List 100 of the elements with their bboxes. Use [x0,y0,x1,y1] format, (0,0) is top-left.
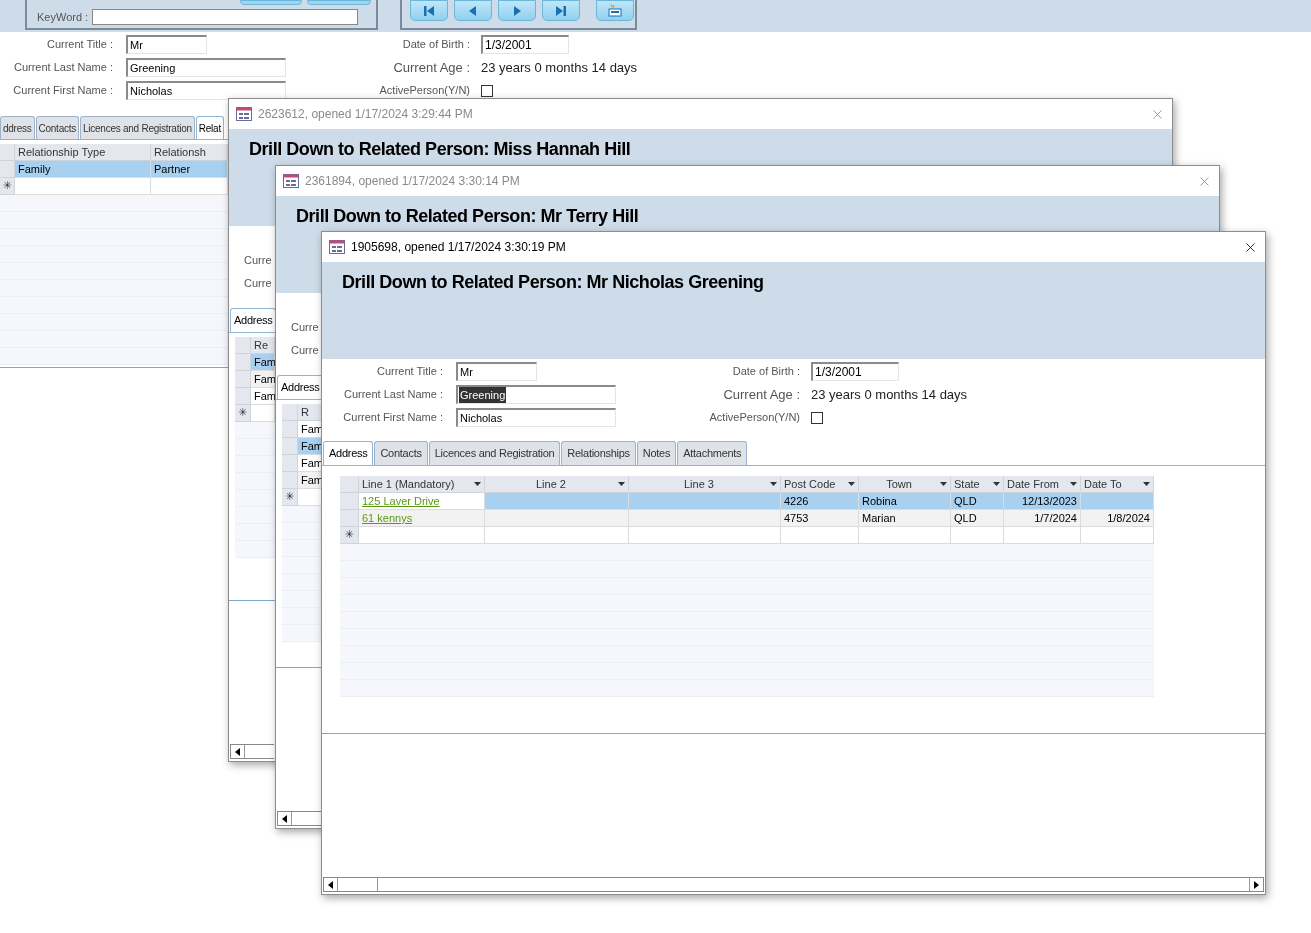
tab[interactable]: Licences and Registration [428,441,561,465]
table-cell: QLD [951,510,1004,527]
dropdown-arrow-icon [618,482,625,486]
form-icon [236,107,252,121]
tab[interactable]: Licences and Registration [80,116,195,139]
column-header[interactable]: R [298,404,322,421]
scroll-left-icon[interactable] [235,747,240,756]
first-record-button[interactable] [410,0,448,21]
dropdown-arrow-icon [848,482,855,486]
table-cell: 4753 [781,510,859,527]
window-title: 2623612, opened 1/17/2024 3:29:44 PM [258,106,473,123]
horizontal-scrollbar[interactable] [277,811,321,826]
table-cell: 1/7/2024 [1004,510,1081,527]
checkbox[interactable] [481,84,493,97]
field-label: Curre [291,343,319,359]
dropdown-arrow-icon [940,482,947,486]
date-field[interactable]: 1/3/2001 [481,35,569,54]
column-header[interactable]: State [951,476,1004,493]
new-row-marker: ✳ [0,178,15,195]
tab[interactable]: ddress [0,116,35,139]
tab[interactable]: Attachments [677,441,748,465]
last-record-icon [555,4,567,17]
window-title: 2361894, opened 1/17/2024 3:30:14 PM [305,173,520,190]
table-cell: Fam [251,371,275,388]
dropdown-arrow-icon [770,482,777,486]
field-label: Current First Name : [12,83,114,99]
toolbar-button[interactable] [240,0,302,5]
keyword-label: KeyWord : [37,10,89,25]
table-cell: Fam [251,354,275,371]
column-header[interactable]: Date To [1081,476,1154,493]
checkbox[interactable] [811,411,823,424]
tab[interactable]: Relat [195,116,224,139]
text-field[interactable]: Mr [126,35,207,54]
address-link[interactable]: 125 Laver Drive [362,492,440,510]
tab[interactable]: Address [230,308,277,332]
dropdown-arrow-icon [993,482,1000,486]
table-cell: Fam [251,388,275,405]
tab[interactable]: Relationships [561,441,636,465]
text-field[interactable]: Greening [456,385,616,404]
tab[interactable]: Notes [636,441,677,465]
field-label: Curre [244,253,272,269]
column-header[interactable]: Relationship Type [15,144,151,161]
tab[interactable]: Contacts [374,441,428,465]
age-value: 23 years 0 months 14 days [811,385,968,404]
next-record-button[interactable] [498,0,536,21]
table-cell: QLD [951,493,1004,510]
field-label: Current First Name : [342,410,444,426]
field-label: Current Age : [392,58,471,77]
previous-icon [468,4,478,17]
previous-record-button[interactable] [454,0,492,21]
field-label: Current Title : [375,364,444,380]
column-header[interactable]: Relationsh [151,144,228,161]
field-label: Date of Birth : [731,364,801,380]
tab[interactable]: Address [323,441,374,465]
form-heading: Drill Down to Related Person: Mr Nicholas Greening [342,271,765,294]
column-header[interactable]: Post Code [781,476,859,493]
field-label: Current Last Name : [12,60,114,76]
form-heading: Drill Down to Related Person: Miss Hannah Hill [249,138,632,161]
text-field[interactable]: Nicholas [126,81,286,100]
table-cell: Marian [859,510,951,527]
column-header[interactable]: Line 3 [629,476,781,493]
table-cell [951,527,1004,544]
new-record-icon [608,4,622,17]
field-label: Curre [291,320,319,336]
horizontal-scrollbar[interactable] [323,877,1264,892]
last-record-button[interactable] [542,0,580,21]
toolbar-button[interactable] [307,0,371,5]
field-label: Current Title : [45,37,114,53]
column-header[interactable]: Date From [1004,476,1081,493]
scroll-left-icon[interactable] [282,814,287,823]
form-icon [283,174,299,188]
field-label: ActivePerson(Y/N) [378,83,471,99]
keyword-field[interactable] [92,9,359,26]
new-row-marker: ✳ [282,489,298,506]
column-header[interactable]: Line 2 [485,476,629,493]
dropdown-arrow-icon [474,482,481,486]
date-field[interactable]: 1/3/2001 [811,362,899,381]
table-cell: Family [15,161,151,178]
table-cell: 12/13/2023 [1004,493,1081,510]
text-field[interactable]: Mr [456,362,537,381]
tab[interactable]: Contacts [35,116,79,139]
column-header[interactable]: Line 1 (Mandatory) [359,476,485,493]
table-cell: Robina [859,493,951,510]
window-title: 1905698, opened 1/17/2024 3:30:19 PM [351,239,566,256]
text-field[interactable]: Greening [126,58,286,77]
field-label: Date of Birth : [401,37,471,53]
scroll-right-icon[interactable] [1254,880,1259,889]
new-record-button[interactable] [596,0,634,21]
column-header[interactable]: Town [859,476,951,493]
field-label: Current Age : [722,385,801,404]
dropdown-arrow-icon [1143,482,1150,486]
form-icon [329,240,345,254]
new-row-marker: ✳ [235,405,251,422]
horizontal-scrollbar[interactable] [230,744,274,759]
tab[interactable]: Address [277,375,324,399]
next-icon [512,4,522,17]
text-field[interactable]: Nicholas [456,408,616,427]
column-header[interactable]: Re [251,337,275,354]
scroll-left-icon[interactable] [328,880,333,889]
new-row-marker: ✳ [340,527,359,544]
